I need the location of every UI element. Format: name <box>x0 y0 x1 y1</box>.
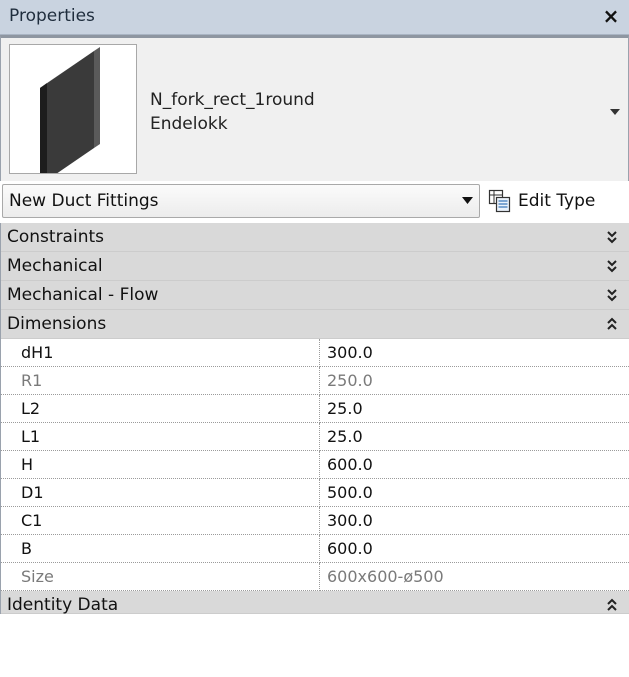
property-name: D1 <box>21 483 44 502</box>
title-bar[interactable]: Properties × <box>0 0 629 35</box>
property-name: L1 <box>21 427 41 446</box>
family-name: N_fork_rect_1round <box>150 90 315 110</box>
group-dimensions[interactable]: Dimensions <box>1 310 629 339</box>
property-row-d1: D1 500.0 <box>1 479 629 507</box>
property-name: L2 <box>21 399 41 418</box>
property-row-r1: R1 250.0 <box>1 367 629 395</box>
type-selector[interactable]: N_fork_rect_1round Endelokk <box>0 35 629 185</box>
property-value-field[interactable]: 300.0 <box>320 339 629 367</box>
property-name: B <box>21 539 32 558</box>
property-name: R1 <box>21 371 43 390</box>
edit-type-label: Edit Type <box>518 191 596 211</box>
instance-filter-select[interactable]: New Duct Fittings <box>2 184 480 218</box>
group-constraints[interactable]: Constraints <box>1 223 629 252</box>
group-identity-data[interactable]: Identity Data <box>1 591 629 615</box>
property-grid: Constraints Mechanical Mechanical - Flow… <box>0 223 629 615</box>
instance-filter-row: New Duct Fittings Edit Type <box>0 181 629 221</box>
edit-type-icon <box>488 189 511 213</box>
property-name: dH1 <box>21 343 54 362</box>
property-value-field[interactable]: 25.0 <box>320 423 629 451</box>
property-name: Size <box>21 567 54 586</box>
dropdown-arrow-icon[interactable] <box>606 102 624 122</box>
property-name: C1 <box>21 511 43 530</box>
expand-chevron-icon <box>607 289 617 302</box>
property-row-c1: C1 300.0 <box>1 507 629 535</box>
group-mechanical-flow[interactable]: Mechanical - Flow <box>1 281 629 310</box>
properties-palette: Properties × N_fork_rect_1round Endelokk… <box>0 0 629 677</box>
instance-filter-value: New Duct Fittings <box>9 191 159 211</box>
duct-end-cap-preview-icon <box>9 44 137 185</box>
property-row-size: Size 600x600-ø500 <box>1 563 629 591</box>
chevron-down-icon <box>462 197 473 204</box>
type-name: Endelokk <box>150 114 228 134</box>
collapse-chevron-icon <box>607 317 617 330</box>
property-value-field[interactable]: 600.0 <box>320 451 629 479</box>
edit-type-button[interactable]: Edit Type <box>486 186 626 216</box>
property-row-dh1: dH1 300.0 <box>1 339 629 367</box>
property-name: H <box>21 455 34 474</box>
property-row-h: H 600.0 <box>1 451 629 479</box>
property-row-b: B 600.0 <box>1 535 629 563</box>
property-value-field[interactable]: 25.0 <box>320 395 629 423</box>
property-value-readonly: 250.0 <box>320 367 629 395</box>
expand-chevron-icon <box>607 231 617 244</box>
property-value-field[interactable]: 500.0 <box>320 479 629 507</box>
property-row-l1: L1 25.0 <box>1 423 629 451</box>
expand-chevron-icon <box>607 260 617 273</box>
collapse-chevron-icon <box>607 598 617 611</box>
property-value-field[interactable]: 600.0 <box>320 535 629 563</box>
property-row-l2: L2 25.0 <box>1 395 629 423</box>
palette-title: Properties <box>9 6 95 26</box>
close-icon[interactable]: × <box>599 3 623 29</box>
property-value-readonly: 600x600-ø500 <box>320 563 629 591</box>
property-value-field[interactable]: 300.0 <box>320 507 629 535</box>
group-mechanical[interactable]: Mechanical <box>1 252 629 281</box>
